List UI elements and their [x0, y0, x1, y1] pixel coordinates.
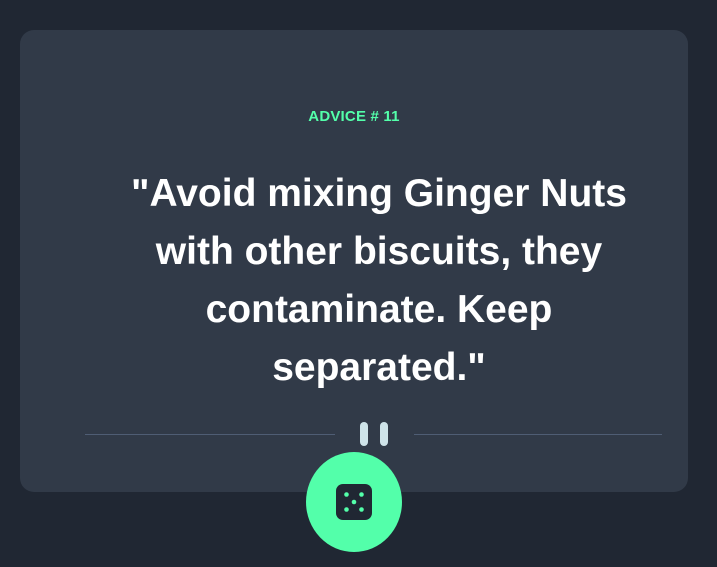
generate-advice-button[interactable]	[306, 452, 402, 552]
divider-line-right	[414, 434, 662, 435]
advice-quote-text: "Avoid mixing Ginger Nuts with other bis…	[131, 172, 627, 389]
pause-icon	[360, 422, 388, 446]
divider-line-left	[85, 434, 335, 435]
advice-card: ADVICE # 11 "Avoid mixing Ginger Nuts wi…	[20, 30, 688, 492]
advice-number-label: ADVICE # 11	[308, 108, 400, 125]
dice-icon	[336, 484, 372, 520]
